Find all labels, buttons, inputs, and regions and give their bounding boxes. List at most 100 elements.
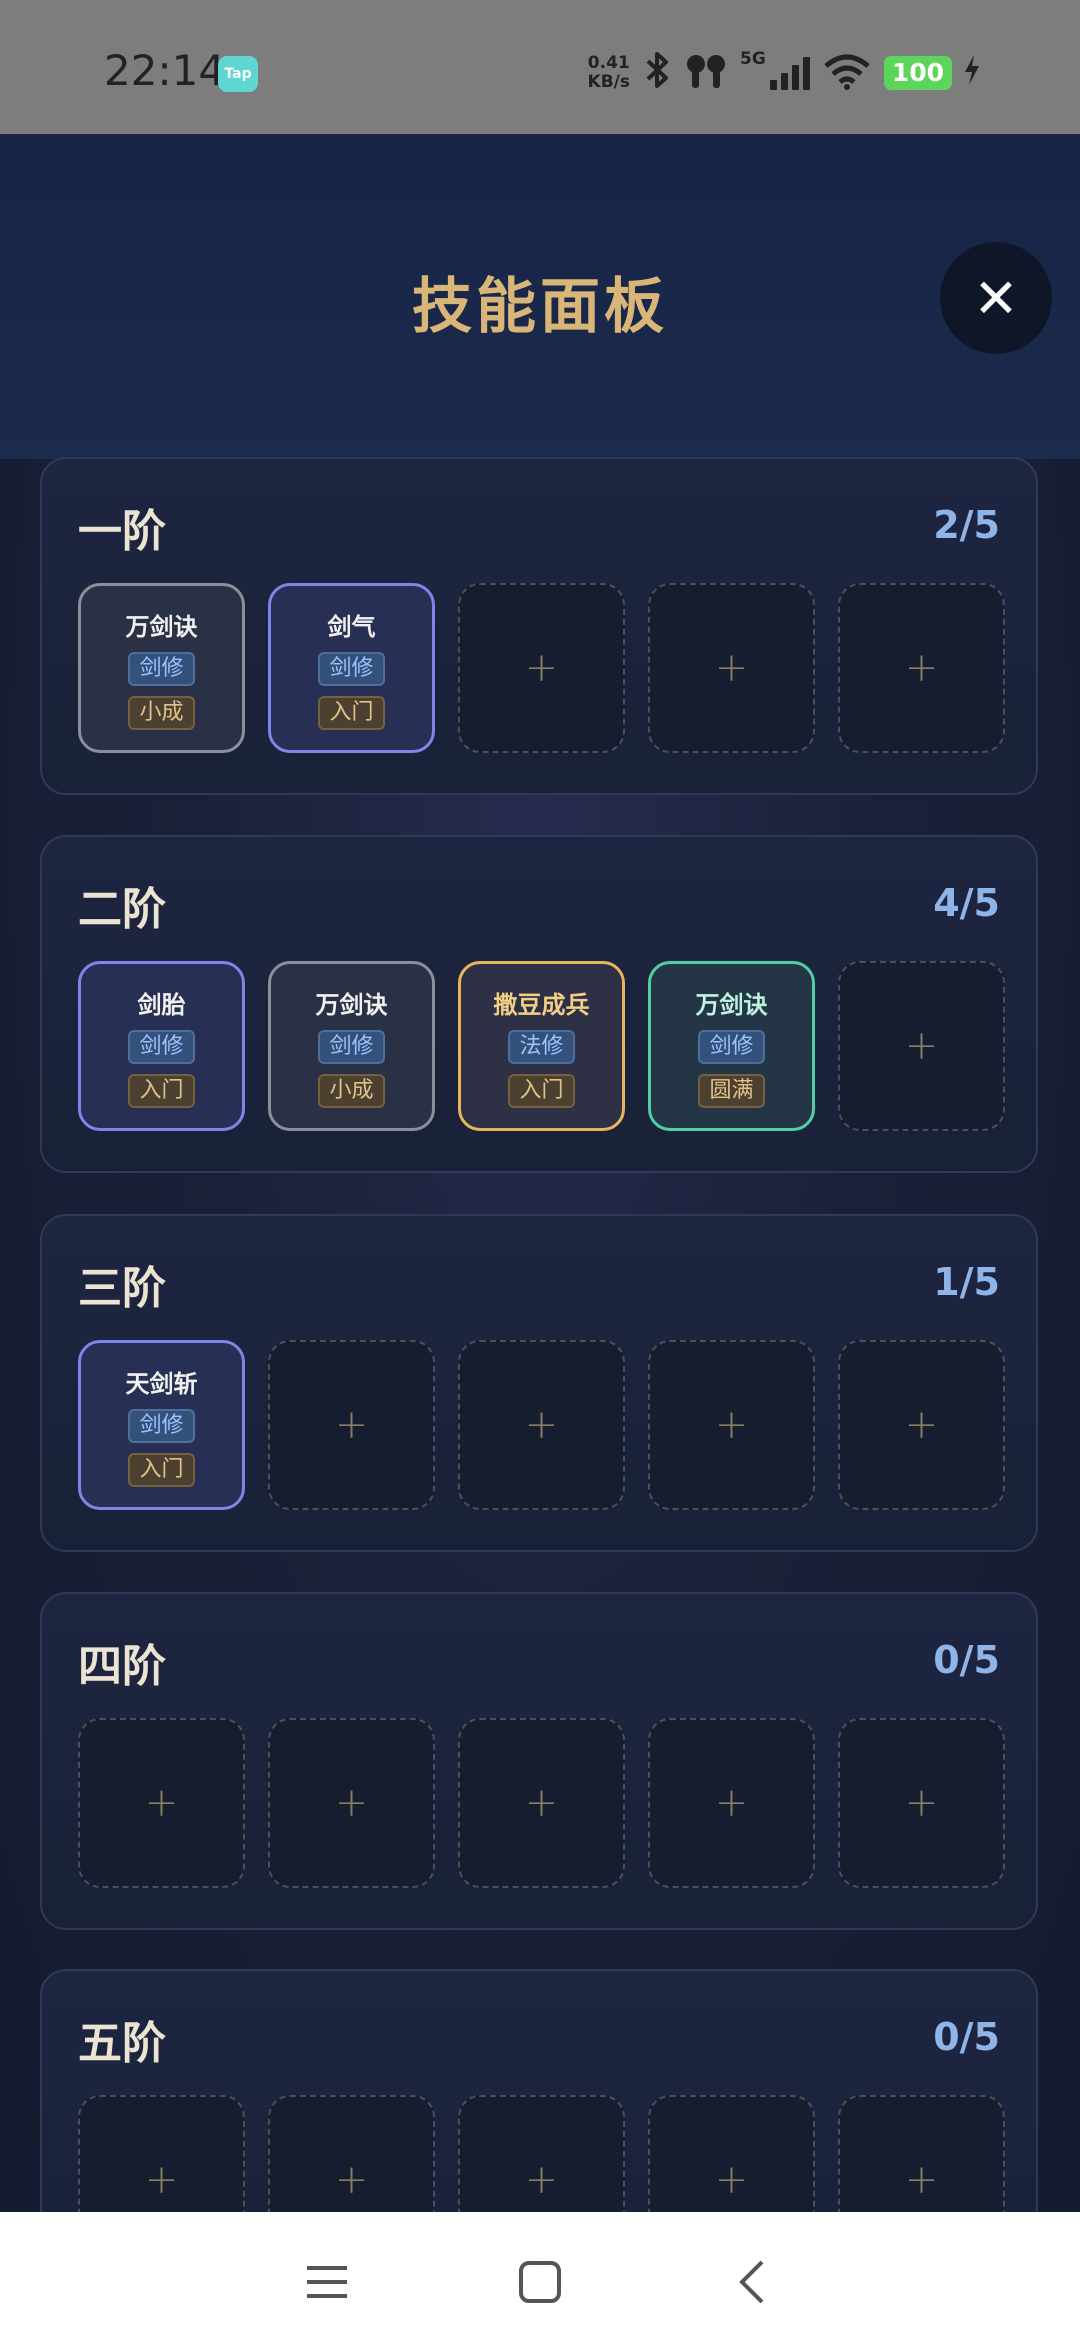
skill-tiers-list[interactable]: 一阶 2/5 万剑诀 剑修 小成 剑气 剑修 入门 + + + 二阶 4/5 剑胎 剑修 入门 万剑诀… bbox=[0, 457, 1080, 2307]
add-skill-icon: + bbox=[904, 1402, 939, 1448]
add-skill-icon: + bbox=[334, 1402, 369, 1448]
panel-header: 技能面板 ✕ bbox=[0, 134, 1080, 459]
tier-count: 4/5 bbox=[933, 881, 1000, 925]
empty-skill-slot[interactable]: + bbox=[838, 961, 1005, 1131]
add-skill-icon: + bbox=[524, 1402, 559, 1448]
signal-icon bbox=[769, 56, 810, 90]
system-nav-bar bbox=[0, 2212, 1080, 2345]
skill-class-tag: 法修 bbox=[508, 1029, 575, 1064]
skill-name: 剑胎 bbox=[137, 990, 186, 1019]
skill-card[interactable]: 撒豆成兵 法修 入门 bbox=[458, 961, 625, 1131]
tier-count: 2/5 bbox=[933, 503, 1000, 547]
skill-class-tag: 剑修 bbox=[698, 1029, 765, 1064]
add-skill-icon: + bbox=[144, 1780, 179, 1826]
tier-panel-2: 二阶 4/5 剑胎 剑修 入门 万剑诀 剑修 小成 撒豆成兵 法修 入门 万剑诀 剑修 圆满 + bbox=[40, 835, 1038, 1173]
skill-name: 剑气 bbox=[327, 612, 376, 641]
add-skill-icon: + bbox=[524, 645, 559, 691]
tier-panel-3: 三阶 1/5 天剑斩剑修入门 + + + + bbox=[40, 1214, 1038, 1552]
tier-slots: 万剑诀 剑修 小成 剑气 剑修 入门 + + + bbox=[78, 583, 1005, 753]
charging-icon bbox=[964, 54, 980, 92]
tap-app-icon: Tap bbox=[218, 56, 258, 92]
status-icons: 0.41 KB/s 5G 100 bbox=[588, 48, 980, 98]
page-title: 技能面板 bbox=[412, 272, 668, 342]
tier-title: 四阶 bbox=[78, 1641, 166, 1692]
status-time: 22:14 bbox=[104, 46, 226, 95]
empty-skill-slot[interactable]: + bbox=[648, 583, 815, 753]
add-skill-icon: + bbox=[904, 1023, 939, 1069]
skill-name: 万剑诀 bbox=[695, 990, 768, 1019]
skill-card[interactable]: 剑胎 剑修 入门 bbox=[78, 961, 245, 1131]
wifi-icon bbox=[822, 52, 872, 94]
empty-skill-slot[interactable]: + bbox=[268, 1340, 435, 1510]
skill-card[interactable]: 万剑诀 剑修 圆满 bbox=[648, 961, 815, 1131]
skill-class-tag: 剑修 bbox=[128, 651, 195, 686]
tier-slots: 天剑斩剑修入门 + + + + bbox=[78, 1340, 1005, 1510]
empty-skill-slot[interactable]: + bbox=[838, 583, 1005, 753]
network-speed-value: 0.41 bbox=[587, 53, 630, 73]
status-bar: 22:14 Tap 0.41 KB/s 5G 100 bbox=[0, 0, 1080, 134]
add-skill-icon: + bbox=[144, 2157, 179, 2203]
skill-card[interactable]: 剑气 剑修 入门 bbox=[268, 583, 435, 753]
add-skill-icon: + bbox=[904, 1780, 939, 1826]
tier-slots: + + + + + bbox=[78, 1718, 1005, 1888]
skill-level-tag: 小成 bbox=[128, 695, 195, 730]
skill-card[interactable]: 万剑诀 剑修 小成 bbox=[268, 961, 435, 1131]
empty-skill-slot[interactable]: + bbox=[838, 1340, 1005, 1510]
add-skill-icon: + bbox=[714, 2157, 749, 2203]
skill-level-tag: 小成 bbox=[318, 1073, 385, 1108]
menu-icon bbox=[307, 2266, 347, 2298]
skill-name: 万剑诀 bbox=[125, 612, 198, 641]
add-skill-icon: + bbox=[904, 2157, 939, 2203]
tier-title: 一阶 bbox=[78, 506, 166, 557]
skill-class-tag: 剑修 bbox=[318, 1029, 385, 1064]
tier-title: 三阶 bbox=[78, 1263, 166, 1314]
skill-name: 万剑诀 bbox=[315, 990, 388, 1019]
add-skill-icon: + bbox=[714, 645, 749, 691]
bluetooth-icon bbox=[642, 51, 672, 96]
empty-skill-slot[interactable]: + bbox=[648, 1718, 815, 1888]
skill-card[interactable]: 天剑斩 剑修 入门 bbox=[78, 1340, 245, 1510]
network-speed: 0.41 KB/s bbox=[588, 54, 630, 92]
add-skill-icon: + bbox=[334, 1780, 369, 1826]
tier-count: 0/5 bbox=[933, 1638, 1000, 1682]
skill-level-tag: 入门 bbox=[128, 1452, 195, 1487]
skill-card[interactable]: 万剑诀 剑修 小成 bbox=[78, 583, 245, 753]
empty-skill-slot[interactable]: + bbox=[268, 1718, 435, 1888]
add-skill-icon: + bbox=[904, 645, 939, 691]
skill-level-tag: 入门 bbox=[128, 1073, 195, 1108]
empty-skill-slot[interactable]: + bbox=[458, 1718, 625, 1888]
battery-icon: 100 bbox=[883, 56, 952, 90]
menu-button[interactable] bbox=[297, 2252, 357, 2312]
skill-class-tag: 剑修 bbox=[318, 651, 385, 686]
home-icon bbox=[519, 2261, 561, 2303]
skill-name: 天剑斩 bbox=[125, 1369, 198, 1398]
tier-count: 1/5 bbox=[933, 1260, 1000, 1304]
skill-level-tag: 入门 bbox=[318, 695, 385, 730]
tier-title: 五阶 bbox=[78, 2018, 166, 2069]
tier-count: 0/5 bbox=[933, 2015, 1000, 2059]
earbuds-icon bbox=[684, 52, 728, 94]
skill-level-tag: 圆满 bbox=[698, 1073, 765, 1108]
empty-skill-slot[interactable]: + bbox=[838, 1718, 1005, 1888]
home-button[interactable] bbox=[510, 2252, 570, 2312]
tier-title: 二阶 bbox=[78, 884, 166, 935]
tier-panel-1: 一阶 2/5 万剑诀 剑修 小成 剑气 剑修 入门 + + + bbox=[40, 457, 1038, 795]
skill-class-tag: 剑修 bbox=[128, 1408, 195, 1443]
signal-type: 5G bbox=[740, 49, 766, 69]
close-button[interactable]: ✕ bbox=[940, 242, 1052, 354]
add-skill-icon: + bbox=[524, 1780, 559, 1826]
add-skill-icon: + bbox=[524, 2157, 559, 2203]
back-button[interactable] bbox=[722, 2252, 782, 2312]
empty-skill-slot[interactable]: + bbox=[458, 1340, 625, 1510]
tier-panel-4: 四阶 0/5 + + + + + bbox=[40, 1592, 1038, 1930]
empty-skill-slot[interactable]: + bbox=[648, 1340, 815, 1510]
add-skill-icon: + bbox=[714, 1402, 749, 1448]
close-icon: ✕ bbox=[973, 266, 1019, 330]
add-skill-icon: + bbox=[334, 2157, 369, 2203]
skill-name: 撒豆成兵 bbox=[493, 990, 590, 1019]
skill-level-tag: 入门 bbox=[508, 1073, 575, 1108]
tier-slots: 剑胎 剑修 入门 万剑诀 剑修 小成 撒豆成兵 法修 入门 万剑诀 剑修 圆满 + bbox=[78, 961, 1005, 1131]
empty-skill-slot[interactable]: + bbox=[458, 583, 625, 753]
back-icon bbox=[739, 2260, 764, 2304]
empty-skill-slot[interactable]: + bbox=[78, 1718, 245, 1888]
